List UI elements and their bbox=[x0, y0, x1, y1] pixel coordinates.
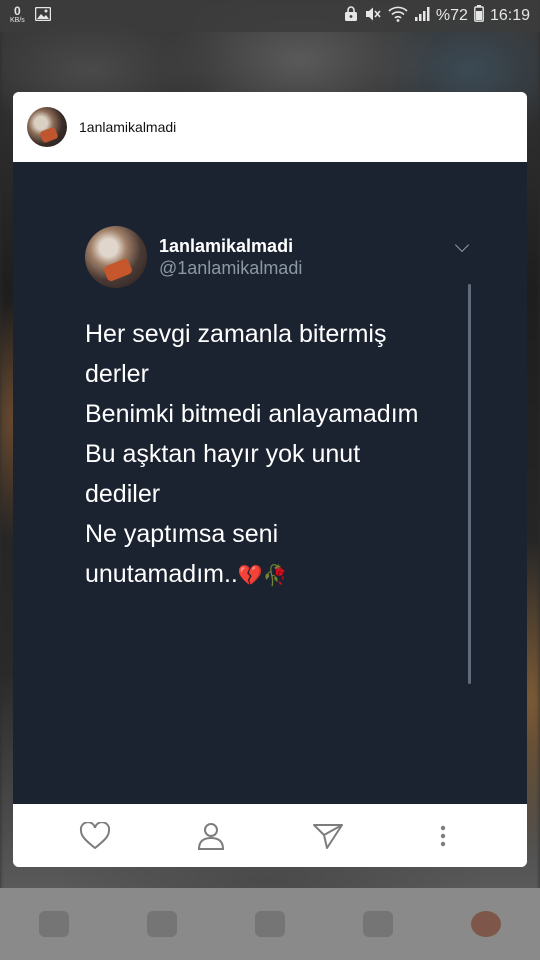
tweet-line: unutamadım.. bbox=[85, 560, 238, 588]
image-icon bbox=[34, 6, 52, 26]
network-speed-value: 0 bbox=[14, 4, 21, 18]
tweet-line: Bu aşktan hayır yok unut bbox=[85, 440, 361, 468]
tweet-scrollbar bbox=[468, 284, 471, 684]
tweet-line: Ne yaptımsa seni bbox=[85, 520, 279, 548]
tweet-text: Her sevgi zamanla bitermiş derler Benimk… bbox=[85, 314, 465, 595]
post-username[interactable]: 1anlamikalmadi bbox=[79, 119, 176, 135]
profile-avatar-icon bbox=[471, 911, 501, 937]
tweet-author: 1anlamikalmadi @1anlamikalmadi bbox=[85, 226, 470, 288]
mute-icon bbox=[364, 6, 382, 27]
profile-icon[interactable] bbox=[194, 819, 228, 853]
wilted-rose-emoji: 🥀 bbox=[262, 563, 288, 587]
more-icon[interactable] bbox=[426, 819, 460, 853]
heart-icon[interactable] bbox=[78, 819, 112, 853]
status-bar: 0 KB/s %72 16:19 bbox=[0, 0, 540, 32]
activity-icon bbox=[363, 911, 393, 937]
send-icon[interactable] bbox=[311, 819, 345, 853]
tweet-line: Benimki bitmedi anlayamadım bbox=[85, 400, 419, 428]
tweet-display-name: 1anlamikalmadi bbox=[159, 236, 294, 256]
battery-percent: %72 bbox=[435, 7, 468, 24]
avatar[interactable] bbox=[27, 107, 67, 147]
tweet-screenshot: 1anlamikalmadi @1anlamikalmadi Her sevgi… bbox=[85, 226, 470, 595]
wifi-icon bbox=[388, 6, 408, 27]
signal-icon bbox=[414, 6, 430, 27]
add-icon bbox=[255, 911, 285, 937]
post-header: 1anlamikalmadi bbox=[13, 92, 527, 162]
background-bottom-nav bbox=[0, 888, 540, 960]
clock: 16:19 bbox=[489, 7, 530, 24]
tweet-avatar bbox=[85, 226, 147, 288]
lock-icon bbox=[344, 5, 358, 27]
tweet-line: derler bbox=[85, 360, 149, 388]
home-icon bbox=[39, 911, 69, 937]
network-speed-unit: KB/s bbox=[10, 17, 25, 24]
tweet-line-last: unutamadım..💔🥀 bbox=[85, 554, 465, 595]
tweet-handle: @1anlamikalmadi bbox=[159, 258, 303, 278]
broken-heart-emoji: 💔 bbox=[237, 563, 263, 587]
post-preview-card[interactable]: 1anlamikalmadi 1anlamikalmadi @1anlamika… bbox=[13, 92, 527, 867]
tweet-line: dediler bbox=[85, 480, 161, 508]
search-icon bbox=[147, 911, 177, 937]
battery-icon bbox=[474, 5, 484, 27]
tweet-line: Her sevgi zamanla bitermiş bbox=[85, 320, 387, 348]
network-speed: 0 KB/s bbox=[10, 4, 25, 25]
action-bar bbox=[13, 804, 527, 867]
